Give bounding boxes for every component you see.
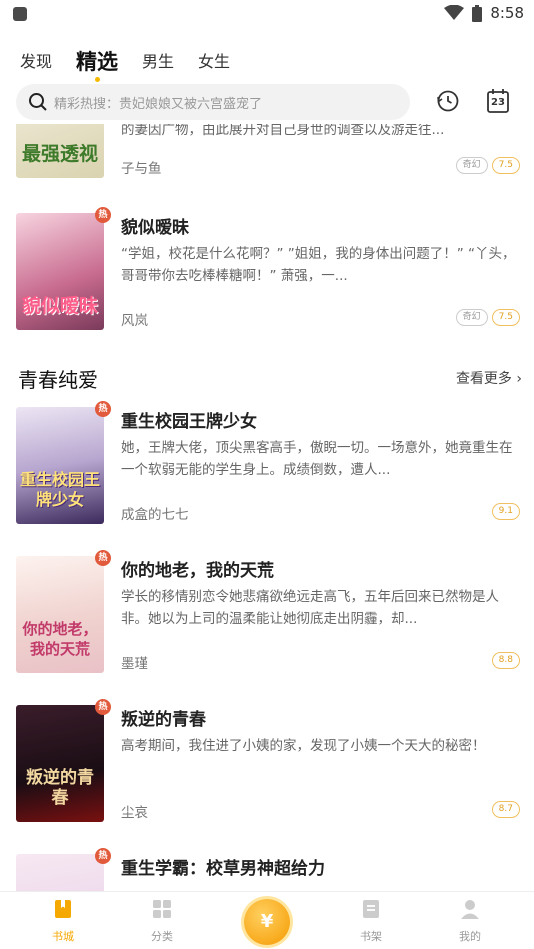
nav-bookstore[interactable]: 书城 xyxy=(33,898,93,944)
active-tab-indicator xyxy=(95,77,101,82)
book-cover[interactable] xyxy=(16,854,104,891)
coin-symbol: ¥ xyxy=(260,911,274,932)
book-desc: 高考期间，我住进了小姨的家，发现了小姨一个天大的秘密！ xyxy=(121,738,486,754)
score-badge: 8.8 xyxy=(491,652,520,669)
wifi-icon xyxy=(444,5,465,20)
hot-badge: 热 xyxy=(95,848,111,864)
search-placeholder: 精彩热搜：贵妃娘娘又被六宫盛宠了 xyxy=(54,96,263,112)
category-icon xyxy=(153,900,171,918)
coin-icon[interactable]: ¥ xyxy=(244,899,290,945)
nav-category[interactable]: 分类 xyxy=(132,898,192,944)
status-bar: 8:58 xyxy=(0,0,534,30)
tab-female[interactable]: 女生 xyxy=(198,48,230,76)
tab-featured[interactable]: 精选 xyxy=(76,48,119,82)
book-title: 重生学霸：校草男神超给力 xyxy=(121,859,325,879)
see-more-link[interactable]: 查看更多 › xyxy=(456,368,522,388)
score-badge: 9.1 xyxy=(491,503,520,520)
cover-title: 你的地老，我的天荒 xyxy=(22,620,98,658)
cover-title: 重生校园王牌少女 xyxy=(20,470,101,509)
history-icon[interactable] xyxy=(435,88,461,114)
genre-tag: 奇幻 xyxy=(455,157,488,174)
see-more-label: 查看更多 xyxy=(455,371,512,387)
nav-label: 书架 xyxy=(360,930,382,943)
score-badge: 7.5 xyxy=(491,157,520,174)
calendar-icon[interactable]: 23 xyxy=(486,88,510,114)
book-author: 尘哀 xyxy=(121,805,148,821)
book-cover[interactable]: 叛逆的青春 xyxy=(16,705,104,822)
nav-profile[interactable]: 我的 xyxy=(440,898,500,944)
book-author: 墨瑾 xyxy=(121,656,148,672)
list-item[interactable]: 最强透视 的妻因广物，由此展开对自己身世的调查以及游走往... 子与鱼 奇幻 7… xyxy=(16,124,520,196)
cover-title: 最强透视 xyxy=(21,143,98,165)
list-item[interactable]: 貌似暧昧 热 貌似暧昧 “学姐，校花是什么花啊？” ”姐姐，我的身体出问题了！”… xyxy=(16,207,520,348)
score-badge: 8.7 xyxy=(491,801,520,818)
list-item[interactable]: 热 重生学霸：校草男神超给力 xyxy=(16,848,520,891)
book-desc: 学长的移情别恋令她悲痛欲绝远走高飞，五年后回来已然物是人非。她以为上司的温柔能让… xyxy=(121,589,499,627)
hot-badge: 热 xyxy=(95,699,111,715)
genre-tag: 奇幻 xyxy=(455,309,488,326)
book-cover[interactable]: 最强透视 xyxy=(16,124,104,178)
cover-title: 貌似暧昧 xyxy=(21,295,98,317)
status-time: 8:58 xyxy=(490,4,524,22)
book-author: 风岚 xyxy=(121,313,148,329)
section-header: 青春纯爱 查看更多 › xyxy=(18,364,522,392)
book-author: 子与鱼 xyxy=(121,161,162,177)
search-icon xyxy=(29,93,47,111)
calendar-date: 23 xyxy=(491,97,505,108)
book-desc: 她，王牌大佬，顶尖黑客高手，傲睨一切。一场意外，她竟重生在一个软弱无能的学生身上… xyxy=(121,440,513,478)
list-item[interactable]: 重生校园王牌少女 热 重生校园王牌少女 她，王牌大佬，顶尖黑客高手，傲睨一切。一… xyxy=(16,401,520,542)
book-store-icon xyxy=(55,900,71,918)
search-input[interactable]: 精彩热搜：贵妃娘娘又被六宫盛宠了 xyxy=(16,84,410,120)
nav-bookshelf[interactable]: 书架 xyxy=(341,898,401,944)
book-title: 你的地老，我的天荒 xyxy=(121,561,274,581)
book-title: 叛逆的青春 xyxy=(121,710,206,730)
nav-label: 书城 xyxy=(52,930,74,943)
book-title: 貌似暧昧 xyxy=(121,218,189,238)
book-feed[interactable]: 最强透视 的妻因广物，由此展开对自己身世的调查以及游走往... 子与鱼 奇幻 7… xyxy=(0,124,534,891)
tab-discover[interactable]: 发现 xyxy=(20,48,52,76)
nav-label: 我的 xyxy=(459,930,481,943)
book-cover[interactable]: 重生校园王牌少女 xyxy=(16,407,104,524)
hot-badge: 热 xyxy=(95,207,111,223)
score-badge: 7.5 xyxy=(491,309,520,326)
tab-male[interactable]: 男生 xyxy=(142,48,174,76)
book-cover[interactable]: 貌似暧昧 xyxy=(16,213,104,330)
top-tabs: 发现 精选 男生 女生 xyxy=(20,42,254,82)
hot-badge: 热 xyxy=(95,550,111,566)
list-item[interactable]: 叛逆的青春 热 叛逆的青春 高考期间，我住进了小姨的家，发现了小姨一个天大的秘密… xyxy=(16,699,520,840)
book-cover[interactable]: 你的地老，我的天荒 xyxy=(16,556,104,673)
battery-icon xyxy=(472,4,483,22)
hot-badge: 热 xyxy=(95,401,111,417)
profile-icon xyxy=(461,900,479,919)
book-author: 成盒的七七 xyxy=(121,507,189,523)
tab-featured-label: 精选 xyxy=(76,50,119,74)
bookshelf-icon xyxy=(363,900,379,918)
list-item[interactable]: 你的地老，我的天荒 热 你的地老，我的天荒 学长的移情别恋令她悲痛欲绝远走高飞，… xyxy=(16,550,520,691)
app-notification-icon xyxy=(13,7,27,21)
section-title: 青春纯爱 xyxy=(18,368,98,392)
book-desc: “学姐，校花是什么花啊？” ”姐姐，我的身体出问题了！” “丫头，哥哥带你去吃棒… xyxy=(121,246,516,284)
chevron-right-icon: › xyxy=(516,371,522,387)
book-title: 重生校园王牌少女 xyxy=(121,412,257,432)
book-desc: 的妻因广物，由此展开对自己身世的调查以及游走往... xyxy=(121,124,445,138)
nav-label: 分类 xyxy=(151,930,173,943)
cover-title: 叛逆的青春 xyxy=(26,768,94,808)
